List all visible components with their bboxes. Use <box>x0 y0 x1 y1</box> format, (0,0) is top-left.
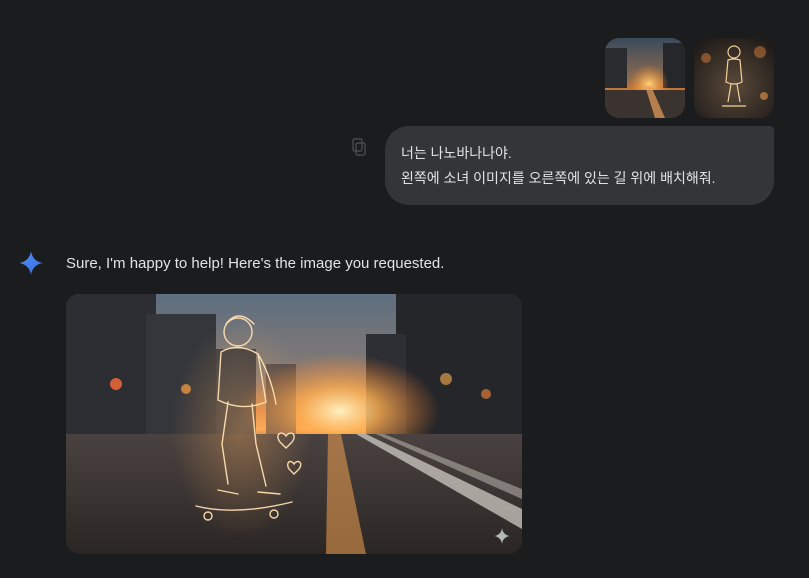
copy-prompt-icon[interactable] <box>352 138 366 156</box>
attachment-thumbnail-girl[interactable] <box>694 38 774 118</box>
neon-girl-image <box>694 38 774 118</box>
street-photo-image <box>605 38 685 118</box>
generated-image[interactable] <box>66 294 522 554</box>
user-message-bubble: 너는 나노바나나야. 왼쪽에 소녀 이미지를 오른쪽에 있는 길 위에 배치해줘… <box>385 126 774 205</box>
user-message-line-1: 너는 나노바나나야. <box>401 145 512 161</box>
gemini-spark-icon <box>19 251 43 275</box>
assistant-message-text: Sure, I'm happy to help! Here's the imag… <box>66 255 445 272</box>
generated-street-girl-image <box>66 294 522 554</box>
attachment-thumbnail-street[interactable] <box>605 38 685 118</box>
ai-generated-sparkle-icon <box>494 528 510 544</box>
user-message-line-2: 왼쪽에 소녀 이미지를 오른쪽에 있는 길 위에 배치해줘. <box>401 170 716 186</box>
